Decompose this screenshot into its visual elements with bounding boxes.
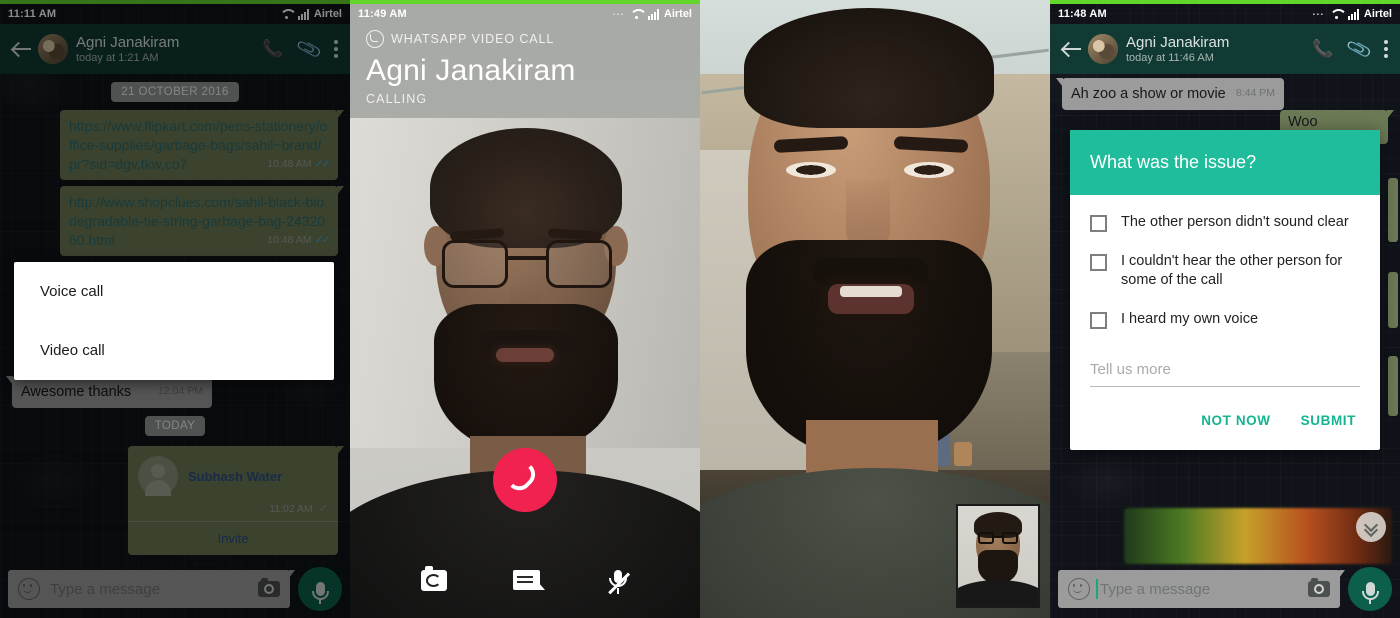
- panel-outgoing-video-call: 11:49 AM ⋯ Airtel WHATSAPP VIDEO CALL Ag…: [350, 0, 700, 618]
- menu-item-video-call[interactable]: Video call: [14, 321, 334, 380]
- carrier-label: Airtel: [663, 8, 692, 20]
- status-bar-clock: 11:49 AM: [358, 8, 407, 20]
- mic-button[interactable]: [1348, 567, 1392, 611]
- call-header: WHATSAPP VIDEO CALL Agni Janakiram CALLI…: [350, 30, 700, 106]
- end-call-icon: [510, 464, 541, 495]
- checkbox[interactable]: [1090, 215, 1107, 232]
- more-icon: ⋯: [611, 7, 625, 21]
- option-row-heard-own-voice[interactable]: I heard my own voice: [1090, 310, 1360, 329]
- menu-item-voice-call[interactable]: Voice call: [14, 262, 334, 321]
- submit-button[interactable]: SUBMIT: [1299, 411, 1358, 430]
- emoji-icon[interactable]: [1068, 578, 1090, 600]
- call-feedback-dialog: What was the issue? The other person did…: [1070, 130, 1380, 450]
- dialog-header: What was the issue?: [1070, 130, 1380, 195]
- chat-app-bar: Agni Janakiram today at 11:46 AM 📞 📎: [1050, 24, 1400, 74]
- callee-name: Agni Janakiram: [366, 54, 576, 87]
- text-cursor: [1096, 578, 1098, 599]
- option-label: The other person didn't sound clear: [1121, 214, 1349, 230]
- scroll-to-bottom-button[interactable]: [1356, 512, 1386, 542]
- message-input-placeholder[interactable]: Type a message: [1096, 578, 1308, 599]
- message-time: 8:44 PM: [1235, 87, 1275, 99]
- notification-strip: [1050, 0, 1400, 4]
- tell-us-more-input[interactable]: [1090, 357, 1360, 387]
- option-label: I heard my own voice: [1121, 311, 1259, 327]
- dialog-actions: NOT NOW SUBMIT: [1070, 393, 1380, 450]
- call-type-text: WHATSAPP VIDEO CALL: [391, 32, 555, 46]
- more-icon: ⋯: [1311, 7, 1325, 21]
- panel-active-video-call: [700, 0, 1050, 618]
- paperclip-icon[interactable]: 📎: [1345, 35, 1373, 62]
- call-type-label: WHATSAPP VIDEO CALL: [366, 30, 684, 48]
- call-controls: [350, 566, 700, 596]
- dialog-options: The other person didn't sound clear I co…: [1070, 195, 1380, 353]
- checkbox[interactable]: [1090, 312, 1107, 329]
- feedback-field-wrap: [1070, 357, 1380, 393]
- signal-icon: [647, 8, 659, 20]
- camera-icon[interactable]: [1308, 578, 1330, 597]
- option-label: I couldn't hear the other person for som…: [1121, 253, 1343, 288]
- switch-camera-icon: [421, 566, 448, 591]
- placeholder-text: Type a message: [1100, 580, 1211, 598]
- phone-icon[interactable]: 📞: [1312, 39, 1333, 59]
- back-arrow-icon[interactable]: [1060, 37, 1084, 61]
- message-meta: 8:44 PM: [1236, 87, 1275, 99]
- mute-mic-icon: [607, 570, 630, 596]
- option-row-sound-not-clear[interactable]: The other person didn't sound clear: [1090, 213, 1360, 232]
- chevron-double-down-icon: [1365, 521, 1377, 533]
- chat-button[interactable]: [513, 570, 546, 596]
- contact-name: Agni Janakiram: [1126, 33, 1230, 51]
- message-text: Ah zoo a show or movie: [1071, 86, 1226, 102]
- overflow-menu-icon[interactable]: [1384, 40, 1388, 58]
- panel-chat-with-call-menu: 11:11 AM Airtel Agni Janakiram today at …: [0, 0, 350, 618]
- chat-icon: [513, 570, 546, 590]
- contact-info[interactable]: Agni Janakiram today at 11:46 AM: [1126, 34, 1312, 65]
- switch-camera-button[interactable]: [421, 566, 448, 596]
- message-composer: Type a message: [1050, 560, 1400, 618]
- wifi-icon: [1330, 9, 1343, 19]
- call-type-popup-menu[interactable]: Voice call Video call: [14, 262, 334, 380]
- message-input-pill[interactable]: Type a message: [1058, 570, 1345, 608]
- status-bar: 11:48 AM ⋯ Airtel: [1050, 4, 1400, 24]
- end-call-button[interactable]: [493, 448, 557, 512]
- mic-icon: [1361, 582, 1379, 604]
- remote-video-preview: [350, 118, 700, 618]
- carrier-label: Airtel: [1363, 8, 1392, 20]
- screenshot-strip: 11:11 AM Airtel Agni Janakiram today at …: [0, 0, 1400, 618]
- notification-strip: [350, 0, 700, 4]
- table-row[interactable]: Ah zoo a show or movie 8:44 PM: [1056, 78, 1284, 110]
- status-bar: 11:49 AM ⋯ Airtel: [350, 4, 700, 24]
- contact-last-seen: today at 11:46 AM: [1126, 51, 1214, 64]
- checkbox[interactable]: [1090, 254, 1107, 271]
- whatsapp-phone-icon: [366, 30, 384, 48]
- wifi-icon: [630, 9, 643, 19]
- panel-call-feedback-dialog: 11:48 AM ⋯ Airtel Agni Janakiram today a…: [1050, 0, 1400, 618]
- dialog-title: What was the issue?: [1090, 152, 1257, 172]
- self-view-pip[interactable]: [956, 504, 1040, 608]
- avatar[interactable]: [1088, 34, 1118, 64]
- mute-button[interactable]: [607, 570, 630, 596]
- not-now-button[interactable]: NOT NOW: [1199, 411, 1272, 430]
- signal-icon: [1347, 8, 1359, 20]
- status-bar-clock: 11:48 AM: [1058, 8, 1107, 20]
- call-state: CALLING: [366, 92, 428, 106]
- option-row-couldnt-hear[interactable]: I couldn't hear the other person for som…: [1090, 252, 1360, 290]
